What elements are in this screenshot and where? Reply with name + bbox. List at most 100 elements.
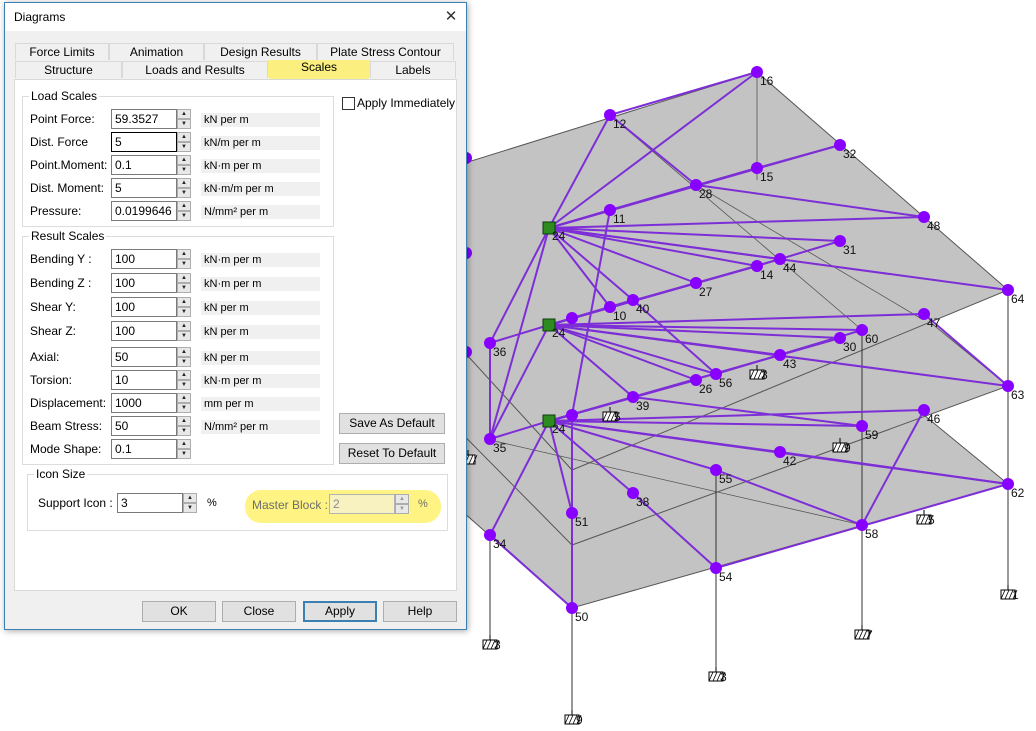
load-scales-input[interactable]: 59.3527: [111, 109, 177, 129]
spin-up-icon[interactable]: ▲: [177, 321, 191, 331]
apply-immediately-label[interactable]: Apply Immediately: [357, 96, 455, 110]
spin-up-icon[interactable]: ▲: [183, 493, 197, 503]
result-scales-input[interactable]: 100: [111, 321, 177, 341]
node-dot: [566, 312, 578, 324]
spin-up-icon[interactable]: ▲: [177, 155, 191, 165]
spinner[interactable]: ▲ ▼: [177, 416, 191, 436]
node-label: 46: [927, 412, 941, 426]
spinner[interactable]: ▲ ▼: [177, 201, 191, 221]
support-icon-spinner[interactable]: ▲ ▼: [183, 493, 197, 513]
spin-up-icon[interactable]: ▲: [177, 273, 191, 283]
reset-to-default-button[interactable]: Reset To Default: [339, 443, 445, 464]
spinner[interactable]: ▲ ▼: [177, 439, 191, 459]
result-scales-input[interactable]: 50: [111, 347, 177, 367]
node-label: 54: [719, 570, 733, 584]
node-label: 10: [613, 309, 627, 323]
spinner[interactable]: ▲ ▼: [177, 370, 191, 390]
spinner[interactable]: ▲ ▼: [177, 347, 191, 367]
load-scales-input[interactable]: 5: [111, 178, 177, 198]
tab-structure[interactable]: Structure: [15, 61, 122, 78]
spin-down-icon[interactable]: ▼: [177, 142, 191, 152]
support-label: 9: [576, 713, 583, 727]
spinner[interactable]: ▲ ▼: [177, 249, 191, 269]
node-label: 30: [843, 340, 857, 354]
spin-down-icon[interactable]: ▼: [177, 283, 191, 293]
spinner[interactable]: ▲ ▼: [177, 321, 191, 341]
node-label: 34: [493, 537, 507, 551]
spinner[interactable]: ▲ ▼: [177, 132, 191, 152]
spin-down-icon[interactable]: ▼: [177, 259, 191, 269]
support-label: 3: [494, 638, 501, 652]
spin-down-icon[interactable]: ▼: [177, 380, 191, 390]
spin-down-icon[interactable]: ▼: [183, 503, 197, 513]
result-scales-input[interactable]: 50: [111, 416, 177, 436]
result-scales-input[interactable]: 100: [111, 297, 177, 317]
spinner[interactable]: ▲ ▼: [177, 155, 191, 175]
spin-up-icon[interactable]: ▲: [177, 416, 191, 426]
tab-scales[interactable]: Scales: [268, 59, 370, 80]
spin-up-icon[interactable]: ▲: [177, 347, 191, 357]
spinner[interactable]: ▲ ▼: [177, 109, 191, 129]
spin-down-icon[interactable]: ▼: [177, 403, 191, 413]
spinner[interactable]: ▲ ▼: [177, 273, 191, 293]
spin-down-icon[interactable]: ▼: [177, 119, 191, 129]
master-block-input[interactable]: 2: [329, 494, 395, 514]
result-scales-input[interactable]: 0.1: [111, 439, 177, 459]
load-scales-input[interactable]: 5: [111, 132, 177, 152]
tab-loads-and-results[interactable]: Loads and Results: [122, 61, 268, 78]
tab-animation[interactable]: Animation: [109, 43, 204, 60]
node-label: 59: [865, 428, 879, 442]
spin-up-icon[interactable]: ▲: [177, 393, 191, 403]
spin-down-icon[interactable]: ▼: [177, 188, 191, 198]
spin-up-icon[interactable]: ▲: [177, 249, 191, 259]
node-label: 31: [843, 243, 857, 257]
spinner[interactable]: ▲ ▼: [177, 297, 191, 317]
node-label: 32: [843, 147, 857, 161]
spin-up-icon[interactable]: ▲: [177, 201, 191, 211]
node-label: 42: [783, 454, 797, 468]
ok-button[interactable]: OK: [142, 601, 216, 622]
tab-labels[interactable]: Labels: [370, 61, 456, 78]
close-button[interactable]: Close: [222, 601, 296, 622]
result-scales-input[interactable]: 100: [111, 249, 177, 269]
load-scales-input[interactable]: 0.1: [111, 155, 177, 175]
load-scales-unit: kN·m/m per m: [201, 182, 320, 196]
master-block-spinner[interactable]: ▲ ▼: [395, 494, 409, 514]
spin-up-icon[interactable]: ▲: [395, 494, 409, 504]
spin-up-icon[interactable]: ▲: [177, 439, 191, 449]
apply-immediately-checkbox[interactable]: [342, 97, 355, 110]
spin-down-icon[interactable]: ▼: [177, 331, 191, 341]
spin-up-icon[interactable]: ▲: [177, 297, 191, 307]
spin-up-icon[interactable]: ▲: [177, 109, 191, 119]
node-label: 26: [699, 382, 713, 396]
spin-up-icon[interactable]: ▲: [177, 370, 191, 380]
icon-size-title: Icon Size: [34, 467, 88, 481]
support-icon-input[interactable]: 3: [117, 493, 183, 513]
master-block-label: Master Block :: [252, 498, 329, 512]
result-scales-input[interactable]: 1000: [111, 393, 177, 413]
spin-up-icon[interactable]: ▲: [177, 132, 191, 142]
spin-up-icon[interactable]: ▲: [177, 178, 191, 188]
spin-down-icon[interactable]: ▼: [395, 504, 409, 514]
support-icon-label: Support Icon :: [38, 496, 113, 510]
spin-down-icon[interactable]: ▼: [177, 449, 191, 459]
help-button[interactable]: Help: [383, 601, 457, 622]
node-label: 64: [1011, 292, 1025, 306]
result-scales-input[interactable]: 100: [111, 273, 177, 293]
tab-plate-stress-contour[interactable]: Plate Stress Contour: [317, 43, 454, 60]
spin-down-icon[interactable]: ▼: [177, 165, 191, 175]
spinner[interactable]: ▲ ▼: [177, 393, 191, 413]
close-icon[interactable]: ✕: [436, 3, 466, 31]
load-scales-input[interactable]: 0.0199646: [111, 201, 177, 221]
result-scales-input[interactable]: 10: [111, 370, 177, 390]
apply-button[interactable]: Apply: [303, 601, 377, 622]
tab-force-limits[interactable]: Force Limits: [15, 43, 109, 60]
spin-down-icon[interactable]: ▼: [177, 357, 191, 367]
tab-design-results[interactable]: Design Results: [204, 43, 317, 60]
save-as-default-button[interactable]: Save As Default: [339, 413, 445, 434]
spin-down-icon[interactable]: ▼: [177, 307, 191, 317]
node-label: 15: [760, 170, 774, 184]
spin-down-icon[interactable]: ▼: [177, 211, 191, 221]
spin-down-icon[interactable]: ▼: [177, 426, 191, 436]
spinner[interactable]: ▲ ▼: [177, 178, 191, 198]
